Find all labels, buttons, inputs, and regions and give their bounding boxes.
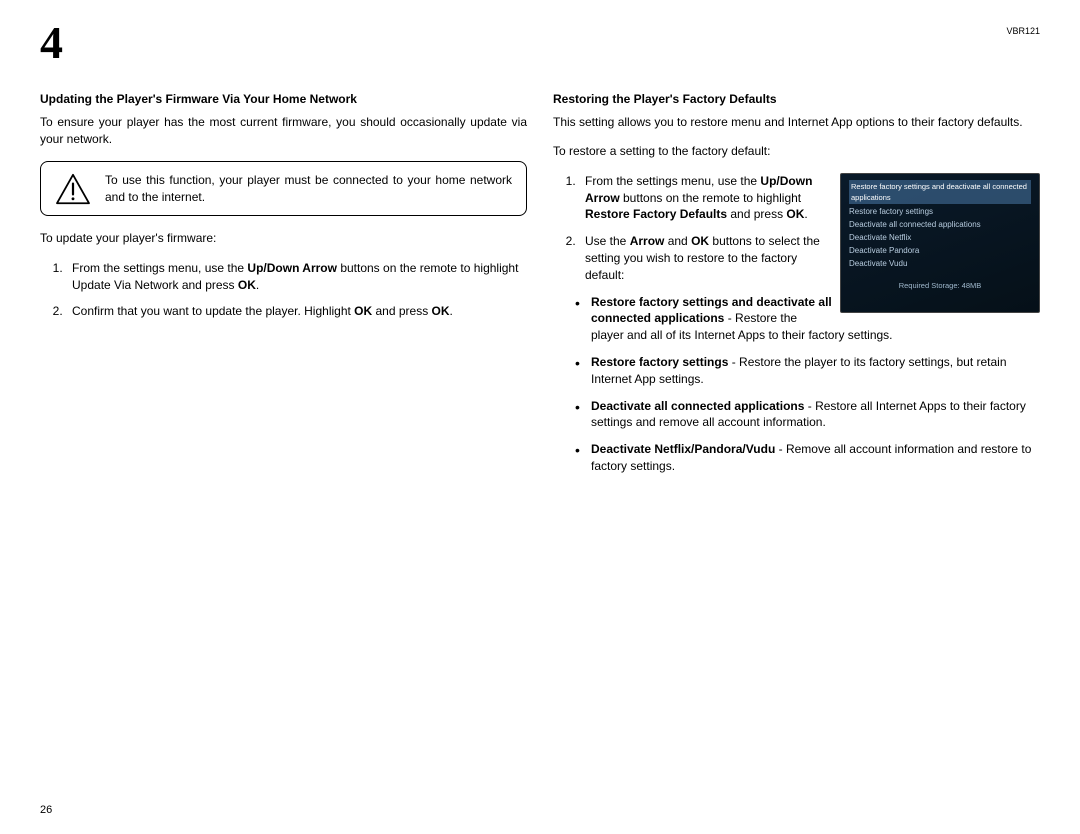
bold: OK bbox=[691, 234, 709, 248]
chapter-number: 4 bbox=[40, 20, 61, 66]
text: and press bbox=[727, 207, 786, 221]
bold: OK bbox=[432, 304, 450, 318]
text: . bbox=[256, 278, 259, 292]
page-number: 26 bbox=[40, 804, 52, 816]
right-intro: This setting allows you to restore menu … bbox=[553, 114, 1040, 131]
left-lead: To update your player's firmware: bbox=[40, 230, 527, 247]
text: . bbox=[450, 304, 453, 318]
text: From the settings menu, use the bbox=[585, 174, 760, 188]
bold: OK bbox=[354, 304, 372, 318]
bold: Restore Factory Defaults bbox=[585, 207, 727, 221]
bullet-deactivate-services: Deactivate Netflix/Pandora/Vudu - Remove… bbox=[575, 441, 1040, 475]
alert-box: To use this function, your player must b… bbox=[40, 161, 527, 217]
screenshot-line: Restore factory settings bbox=[849, 206, 1031, 218]
left-intro: To ensure your player has the most curre… bbox=[40, 114, 527, 149]
right-bullets: Restore factory settings and deactivate … bbox=[553, 294, 1040, 475]
bullet-restore-factory: Restore factory settings - Restore the p… bbox=[575, 354, 1040, 388]
left-step-1: From the settings menu, use the Up/Down … bbox=[66, 260, 527, 294]
text: . bbox=[804, 207, 807, 221]
bold: Arrow bbox=[630, 234, 665, 248]
text: buttons on the remote to highlight bbox=[620, 191, 801, 205]
warning-icon bbox=[55, 173, 91, 205]
settings-screenshot: Restore factory settings and deactivate … bbox=[840, 173, 1040, 313]
screenshot-line: Deactivate all connected applications bbox=[849, 219, 1031, 231]
bold: OK bbox=[238, 278, 256, 292]
bullet-restore-all: Restore factory settings and deactivate … bbox=[575, 294, 1040, 344]
left-step-2: Confirm that you want to update the play… bbox=[66, 303, 527, 320]
screenshot-line: Deactivate Vudu bbox=[849, 258, 1031, 270]
bold: Deactivate Netflix/Pandora/Vudu bbox=[591, 442, 775, 456]
text: Use the bbox=[585, 234, 630, 248]
bold: Restore factory settings bbox=[591, 355, 728, 369]
right-lead: To restore a setting to the factory defa… bbox=[553, 143, 1040, 160]
text: Confirm that you want to update the play… bbox=[72, 304, 354, 318]
right-heading: Restoring the Player's Factory Defaults bbox=[553, 92, 1040, 106]
left-heading: Updating the Player's Firmware Via Your … bbox=[40, 92, 527, 106]
bold: Deactivate all connected applications bbox=[591, 399, 804, 413]
bullet-deactivate-apps: Deactivate all connected applications - … bbox=[575, 398, 1040, 432]
screenshot-line-highlight: Restore factory settings and deactivate … bbox=[849, 180, 1031, 205]
screenshot-line: Deactivate Pandora bbox=[849, 245, 1031, 257]
model-code: VBR121 bbox=[1006, 26, 1040, 36]
left-column: Updating the Player's Firmware Via Your … bbox=[40, 92, 527, 485]
text: From the settings menu, use the bbox=[72, 261, 247, 275]
left-steps: From the settings menu, use the Up/Down … bbox=[40, 260, 527, 320]
right-column: Restoring the Player's Factory Defaults … bbox=[553, 92, 1040, 485]
alert-text: To use this function, your player must b… bbox=[105, 172, 512, 206]
bold: Up/Down Arrow bbox=[247, 261, 337, 275]
screenshot-footer: Required Storage: 48MB bbox=[849, 280, 1031, 291]
text: and bbox=[664, 234, 691, 248]
screenshot-line: Deactivate Netflix bbox=[849, 232, 1031, 244]
bold: OK bbox=[786, 207, 804, 221]
text: and press bbox=[372, 304, 431, 318]
